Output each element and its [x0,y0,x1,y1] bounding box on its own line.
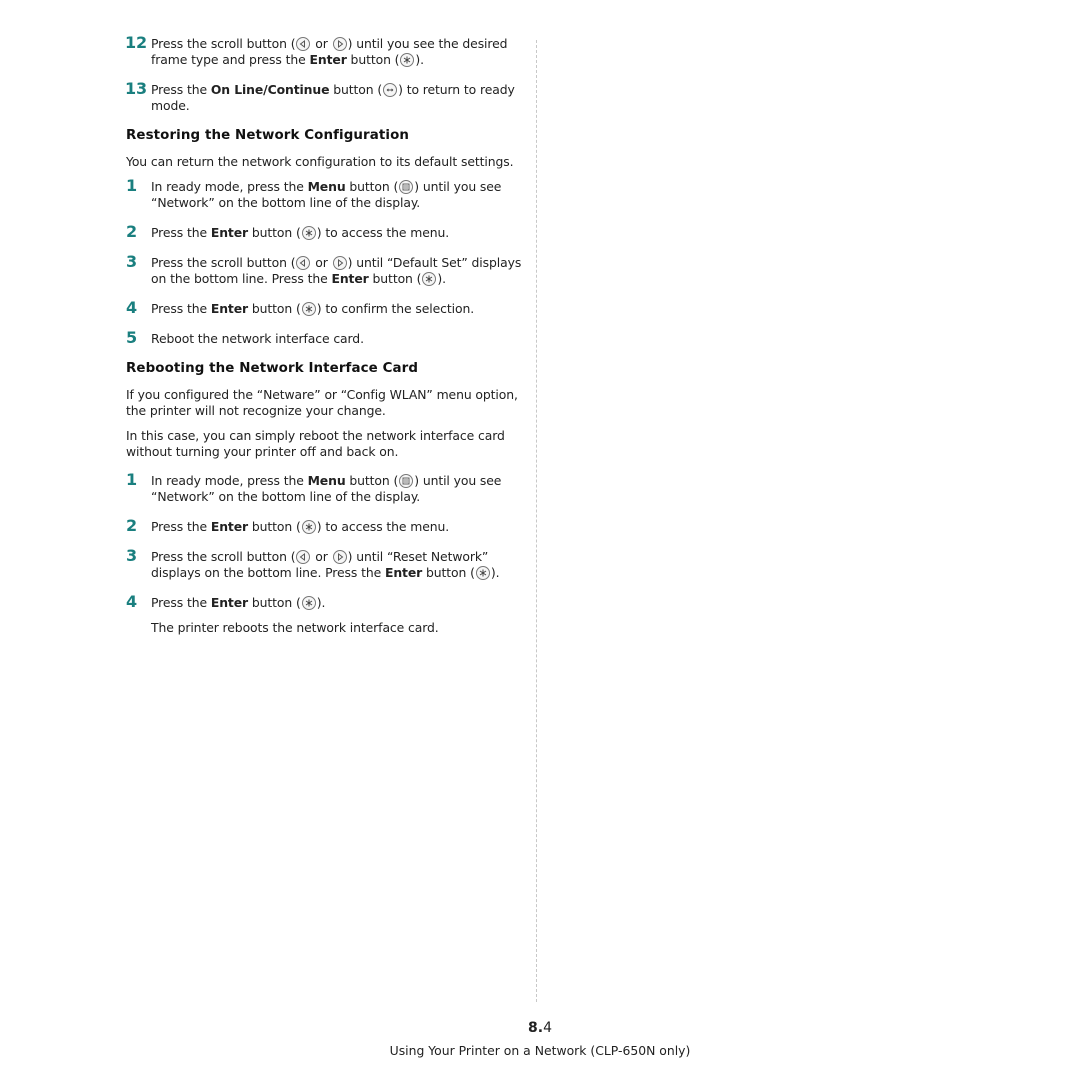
enter-icon [301,596,316,610]
step-number: 4 [126,298,138,317]
step-number: 2 [126,516,138,535]
restore-step-2: 2 Press the Enter button () to access th… [126,222,450,241]
scroll-right-icon [332,37,347,51]
step-number: 4 [126,592,138,611]
scroll-right-icon [332,550,347,564]
restore-step-1: 1 In ready mode, press the Menu button (… [126,176,502,211]
scroll-left-icon [296,256,311,270]
scroll-right-icon [332,256,347,270]
step-number: 2 [126,222,138,241]
section-heading-reboot: Rebooting the Network Interface Card [126,361,419,376]
online-continue-icon [383,83,398,97]
step-number: 1 [126,176,138,195]
reboot-step-1: 1 In ready mode, press the Menu button (… [126,470,502,505]
step-number: 5 [126,328,138,347]
page-footer: Using Your Printer on a Network (CLP-650… [389,1043,691,1058]
column-divider [536,40,537,1002]
enter-icon [422,272,437,286]
enter-icon [301,226,316,240]
restore-step-5: 5 Reboot the network interface card. [126,328,364,347]
reboot-step-2: 2 Press the Enter button () to access th… [126,516,450,535]
step-number: 3 [126,252,138,271]
menu-icon [399,474,414,488]
scroll-left-icon [296,37,311,51]
menu-icon [399,180,414,194]
scroll-left-icon [296,550,311,564]
enter-icon [475,566,490,580]
enter-icon [301,520,316,534]
content-column: 12 Press the scroll button ( or ) until … [125,33,528,645]
reboot-para-1: If you configured the “Netware” or “Conf… [126,387,518,418]
step-number: 13 [125,79,148,98]
step-12: 12 Press the scroll button ( or ) until … [125,33,508,67]
step-number: 3 [126,546,138,565]
restore-step-3: 3 Press the scroll button ( or ) until “… [126,252,522,286]
restore-step-4: 4 Press the Enter button () to confirm t… [126,298,475,317]
enter-icon [400,53,415,67]
section-heading-restore: Restoring the Network Configuration [126,128,410,143]
reboot-step-4: 4 Press the Enter button (). [126,592,326,611]
page-number: 8.4 [528,1020,552,1036]
reboot-para-2: In this case, you can simply reboot the … [126,428,505,459]
step-number: 1 [126,470,138,489]
restore-intro: You can return the network configuration… [126,154,514,169]
reboot-step-3: 3 Press the scroll button ( or ) until “… [126,546,500,580]
enter-icon [301,302,316,316]
reboot-result: The printer reboots the network interfac… [151,620,439,635]
step-number: 12 [125,33,148,52]
step-13: 13 Press the On Line/Continue button () … [125,79,515,114]
